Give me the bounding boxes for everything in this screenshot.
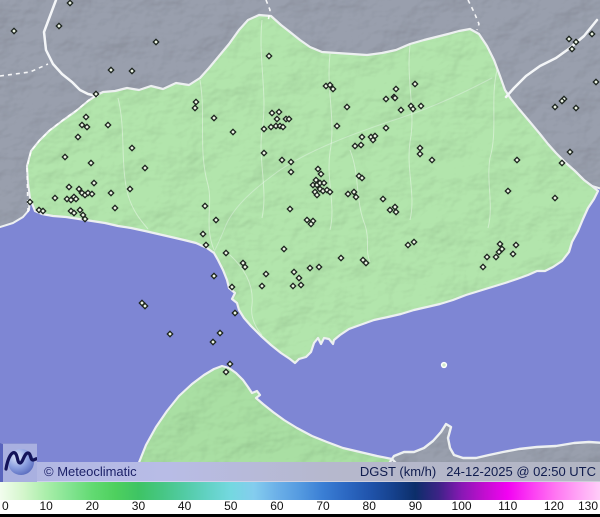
scale-tick-label: 80: [362, 499, 376, 513]
scale-tick-label: 60: [270, 499, 284, 513]
credit-text: © Meteoclimatic: [44, 464, 137, 479]
scale-tick-label: 100: [451, 499, 472, 513]
logo-icon: [4, 449, 40, 475]
color-scale-gradient: [0, 482, 600, 500]
footer-bar: © Meteoclimatic DGST (km/h) 24-12-2025 @ …: [0, 462, 600, 482]
alboran-island: [440, 361, 448, 369]
scale-tick-label: 20: [85, 499, 99, 513]
scale-tick-label: 10: [39, 499, 53, 513]
weather-map-screenshot: © Meteoclimatic DGST (km/h) 24-12-2025 @ …: [0, 0, 600, 517]
product-label: DGST (km/h): [359, 464, 437, 479]
meteoclimatic-logo: [0, 443, 40, 482]
product-datetime: DGST (km/h) 24-12-2025 @ 02:50 UTC: [360, 462, 596, 482]
color-scale-labels: 0 10 20 30 40 50 60 70 80 90 100 110 120 130: [0, 500, 600, 514]
scale-tick-label: 120: [543, 499, 564, 513]
datetime-label: 24-12-2025 @ 02:50 UTC: [446, 464, 596, 479]
scale-tick-label: 110: [498, 499, 518, 513]
scale-tick-label: 70: [316, 499, 330, 513]
scale-tick-label: 30: [131, 499, 146, 513]
scale-tick-label: 40: [177, 499, 192, 513]
scale-tick-label: 50: [224, 499, 238, 513]
scale-tick-label: 0: [2, 499, 9, 513]
map-svg: [0, 0, 600, 462]
scale-tick-label: 130: [577, 499, 598, 513]
map-canvas: [0, 0, 600, 462]
scale-tick-label: 90: [408, 499, 423, 513]
